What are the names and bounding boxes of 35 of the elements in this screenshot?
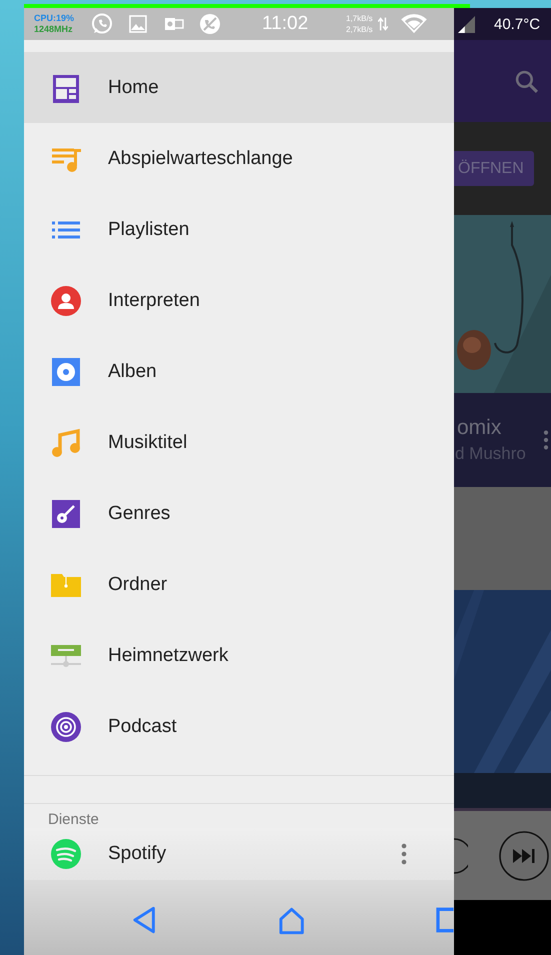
search-icon[interactable] <box>514 68 539 94</box>
chat-bubble-icon <box>90 12 114 36</box>
skip-next-button[interactable] <box>498 830 550 882</box>
more-icon[interactable] <box>543 429 549 451</box>
data-transfer-icon <box>378 16 388 32</box>
drawer-item[interactable]: Ordner <box>24 549 454 620</box>
drawer-item[interactable]: Playlisten <box>24 194 454 265</box>
wifi-icon <box>400 13 428 35</box>
signal-icon <box>458 16 475 32</box>
drawer-item[interactable]: Heimnetzwerk <box>24 620 454 691</box>
person-icon <box>50 284 82 316</box>
guitar-icon <box>50 498 82 530</box>
music-note-icon <box>50 426 82 458</box>
cpu-usage: CPU:19% <box>34 13 74 24</box>
recents-button[interactable] <box>436 906 454 932</box>
drawer-item[interactable]: Abspielwarteschlange <box>24 123 454 194</box>
drawer-item[interactable]: Podcast <box>24 691 454 762</box>
drawer-item[interactable]: Interpreten <box>24 265 454 336</box>
drawer-item[interactable]: Alben <box>24 336 454 407</box>
podcast-icon <box>50 710 82 742</box>
play-button[interactable] <box>454 838 468 874</box>
drawer-item[interactable]: Musiktitel <box>24 407 454 478</box>
image-icon <box>126 12 150 36</box>
drawer-item[interactable]: Genres <box>24 478 454 549</box>
temperature: 40.7°C <box>494 16 540 32</box>
cpu-frequency: 1248MHz <box>34 24 73 35</box>
call-blocked-icon <box>198 12 222 36</box>
upload-rate: 1,7kB/s <box>346 13 373 24</box>
clock: 11:02 <box>262 13 310 35</box>
track-title: omix <box>457 416 502 440</box>
more-icon[interactable] <box>401 842 407 866</box>
sound-waves-icon <box>50 838 82 870</box>
download-rate: 2,7kB/s <box>346 24 373 35</box>
section-header: Dienste <box>48 811 99 828</box>
drawer-item[interactable]: Home <box>24 52 454 123</box>
